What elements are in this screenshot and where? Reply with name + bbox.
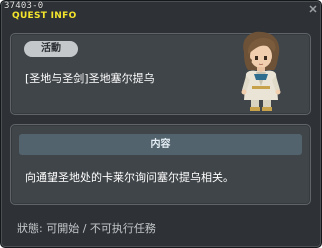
content-text: 向通望圣地处的卡莱尔询问塞尔提乌相关。 [25, 171, 234, 184]
npc-character-icon [241, 31, 281, 111]
quest-name: [圣地与圣剑]圣地塞尔提乌 [25, 72, 155, 85]
quest-id: 37403-0 [4, 1, 44, 11]
quest-info-window: 37403-0 QUEST INFO 活動 [圣地与圣剑]圣地塞尔提乌 内容 向… [0, 0, 322, 248]
close-icon[interactable] [308, 4, 318, 14]
quest-status: 狀態: 可開始 / 不可执行任務 [17, 222, 156, 235]
content-header: 内容 [19, 134, 302, 155]
activity-panel: 活動 [圣地与圣剑]圣地塞尔提乌 [10, 31, 311, 115]
window-title: QUEST INFO [12, 11, 77, 21]
activity-tag: 活動 [24, 41, 78, 57]
content-panel: 内容 向通望圣地处的卡莱尔询问塞尔提乌相关。 [10, 124, 311, 205]
